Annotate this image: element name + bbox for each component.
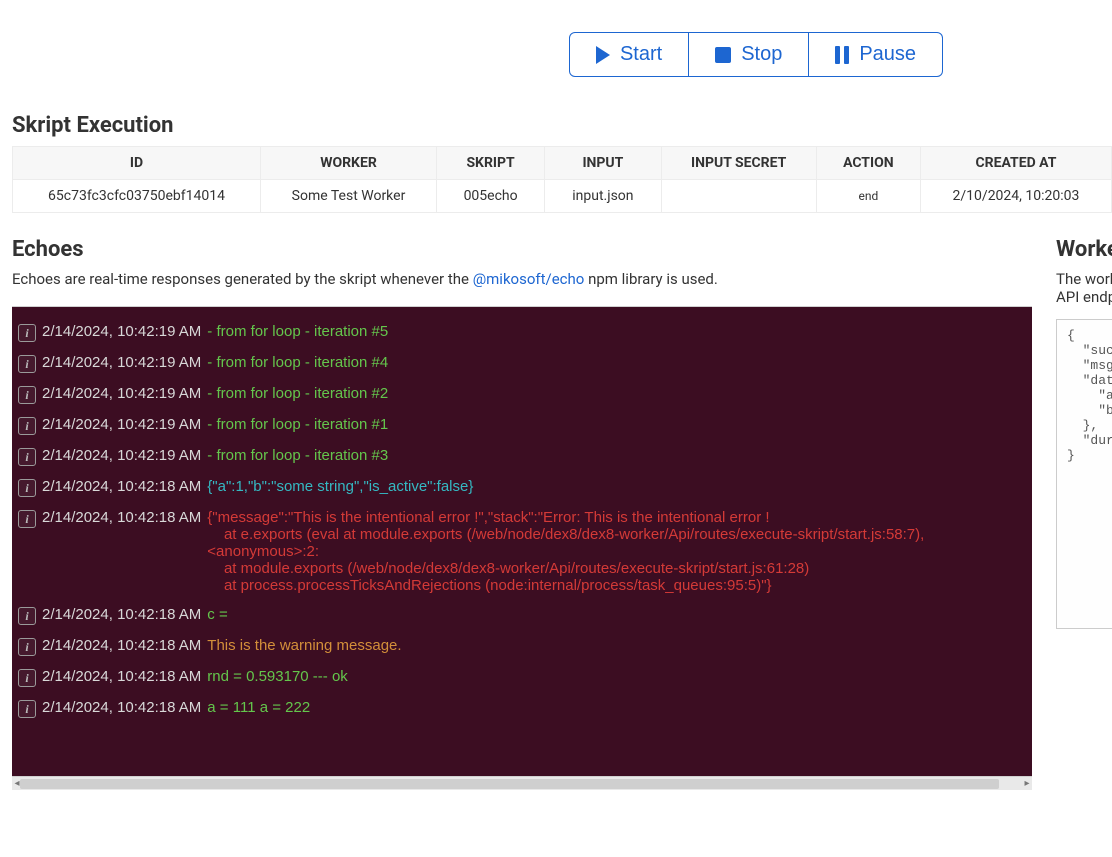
log-row: i 2/14/2024, 10:42:19 AM - from for loop -… <box>18 317 1026 348</box>
th-id: ID <box>13 147 261 180</box>
log-timestamp: 2/14/2024, 10:42:18 AM <box>42 699 201 716</box>
worker-title: Worke <box>1056 237 1112 262</box>
info-icon[interactable]: i <box>18 386 36 404</box>
echo-console[interactable]: i 2/14/2024, 10:42:19 AM - from for loop -… <box>12 306 1032 776</box>
control-bar: Start Stop Pause <box>0 32 1112 77</box>
exec-row: 65c73fc3cfc03750ebf14014 Some Test Worke… <box>13 180 1112 213</box>
info-icon[interactable]: i <box>18 638 36 656</box>
echoes-description: Echoes are real-time responses generated… <box>12 270 1032 288</box>
cell-input: input.json <box>545 180 661 213</box>
info-icon[interactable]: i <box>18 669 36 687</box>
worker-desc-2: API endpo <box>1056 288 1112 306</box>
cell-skript: 005echo <box>437 180 545 213</box>
log-timestamp: 2/14/2024, 10:42:18 AM <box>42 668 201 685</box>
log-message: a = 111 a = 222 <box>207 699 310 716</box>
worker-output[interactable]: { "succ "msg" "data "a" "b" }, "dura } <box>1056 319 1112 629</box>
log-message: - from for loop - iteration #4 <box>207 354 388 371</box>
log-row: i 2/14/2024, 10:42:18 AM rnd = 0.593170 --… <box>18 662 1026 693</box>
log-row: i 2/14/2024, 10:42:19 AM - from for loop -… <box>18 348 1026 379</box>
play-icon <box>596 46 610 64</box>
log-message: - from for loop - iteration #5 <box>207 323 388 340</box>
control-button-group: Start Stop Pause <box>569 32 943 77</box>
log-message: - from for loop - iteration #1 <box>207 416 388 433</box>
log-timestamp: 2/14/2024, 10:42:19 AM <box>42 385 201 402</box>
exec-table-wrap: ID WORKER SKRIPT INPUT INPUT SECRET ACTI… <box>12 146 1112 213</box>
cell-action: end <box>816 180 920 213</box>
th-created-at: CREATED AT <box>920 147 1111 180</box>
info-icon[interactable]: i <box>18 355 36 373</box>
info-icon[interactable]: i <box>18 510 36 528</box>
scroll-right-icon[interactable]: ▸ <box>1022 779 1032 789</box>
log-timestamp: 2/14/2024, 10:42:18 AM <box>42 509 201 526</box>
info-icon[interactable]: i <box>18 417 36 435</box>
log-message: This is the warning message. <box>207 637 401 654</box>
worker-desc-1: The worke <box>1056 270 1112 288</box>
pause-button[interactable]: Pause <box>809 32 943 77</box>
lower-area: Echoes Echoes are real-time responses ge… <box>12 237 1112 790</box>
exec-table: ID WORKER SKRIPT INPUT INPUT SECRET ACTI… <box>12 146 1112 213</box>
scroll-thumb[interactable] <box>20 779 999 789</box>
start-label: Start <box>620 43 662 66</box>
exec-title: Skript Execution <box>12 113 1112 138</box>
log-timestamp: 2/14/2024, 10:42:18 AM <box>42 606 201 623</box>
cell-created-at: 2/10/2024, 10:20:03 <box>920 180 1111 213</box>
stop-label: Stop <box>741 43 782 66</box>
cell-worker: Some Test Worker <box>261 180 437 213</box>
log-row: i 2/14/2024, 10:42:18 AM This is the warni… <box>18 631 1026 662</box>
cell-input-secret <box>661 180 816 213</box>
log-timestamp: 2/14/2024, 10:42:19 AM <box>42 323 201 340</box>
pause-icon <box>835 46 849 64</box>
console-hscroll[interactable]: ◂ ▸ <box>12 776 1032 790</box>
th-worker: WORKER <box>261 147 437 180</box>
log-timestamp: 2/14/2024, 10:42:18 AM <box>42 637 201 654</box>
stop-icon <box>715 47 731 63</box>
th-input-secret: INPUT SECRET <box>661 147 816 180</box>
log-row: i 2/14/2024, 10:42:18 AM {"a":1,"b":"some … <box>18 472 1026 503</box>
log-timestamp: 2/14/2024, 10:42:18 AM <box>42 478 201 495</box>
log-message: c = <box>207 606 227 623</box>
log-row: i 2/14/2024, 10:42:18 AM {"message":"This … <box>18 503 1026 600</box>
pause-label: Pause <box>859 43 916 66</box>
log-row: i 2/14/2024, 10:42:19 AM - from for loop -… <box>18 410 1026 441</box>
log-message: {"a":1,"b":"some string","is_active":fal… <box>207 478 473 495</box>
th-input: INPUT <box>545 147 661 180</box>
echoes-desc-post: npm library is used. <box>584 270 718 288</box>
echo-lib-link[interactable]: @mikosoft/echo <box>473 270 585 288</box>
log-message: {"message":"This is the intentional erro… <box>207 509 1026 594</box>
cell-id: 65c73fc3cfc03750ebf14014 <box>13 180 261 213</box>
log-timestamp: 2/14/2024, 10:42:19 AM <box>42 416 201 433</box>
log-message: rnd = 0.593170 --- ok <box>207 668 348 685</box>
log-row: i 2/14/2024, 10:42:18 AM c = <box>18 600 1026 631</box>
log-message: - from for loop - iteration #3 <box>207 447 388 464</box>
th-skript: SKRIPT <box>437 147 545 180</box>
info-icon[interactable]: i <box>18 448 36 466</box>
th-action: ACTION <box>816 147 920 180</box>
stop-button[interactable]: Stop <box>689 32 809 77</box>
log-message: - from for loop - iteration #2 <box>207 385 388 402</box>
echoes-desc-pre: Echoes are real-time responses generated… <box>12 270 473 288</box>
echoes-title: Echoes <box>12 237 1032 262</box>
start-button[interactable]: Start <box>569 32 689 77</box>
log-timestamp: 2/14/2024, 10:42:19 AM <box>42 354 201 371</box>
log-timestamp: 2/14/2024, 10:42:19 AM <box>42 447 201 464</box>
log-row: i 2/14/2024, 10:42:18 AM a = 111 a = 222 <box>18 693 1026 724</box>
log-row: i 2/14/2024, 10:42:19 AM - from for loop -… <box>18 379 1026 410</box>
info-icon[interactable]: i <box>18 324 36 342</box>
worker-description: The worke API endpo <box>1056 270 1112 306</box>
log-row: i 2/14/2024, 10:42:19 AM - from for loop -… <box>18 441 1026 472</box>
info-icon[interactable]: i <box>18 700 36 718</box>
info-icon[interactable]: i <box>18 607 36 625</box>
info-icon[interactable]: i <box>18 479 36 497</box>
